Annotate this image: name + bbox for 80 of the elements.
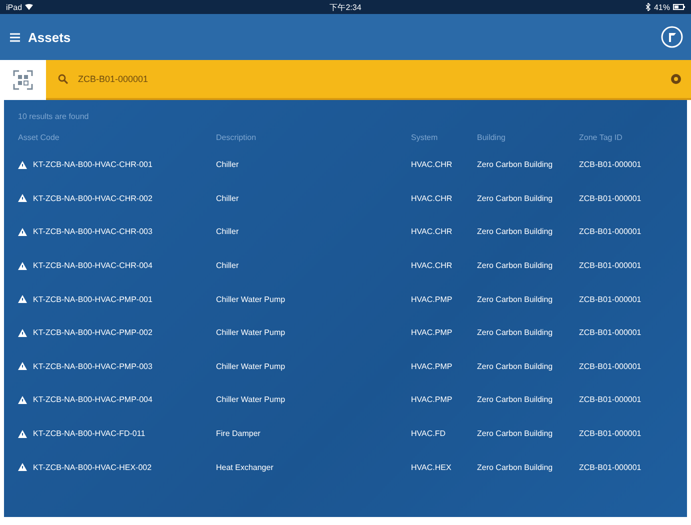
table-cell-text: ZCB-B01-000001 xyxy=(579,226,642,238)
clock: 下午2:34 xyxy=(330,2,362,12)
search-icon xyxy=(58,74,68,84)
warning-icon xyxy=(18,194,27,202)
table-cell-text: Chiller Water Pump xyxy=(216,360,286,373)
column-header: System xyxy=(411,132,439,144)
asset-code[interactable]: KT-ZCB-NA-B00-HVAC-PMP-001 xyxy=(33,294,152,304)
warning-icon xyxy=(18,463,27,472)
table-cell-text: HVAC.CHR xyxy=(411,226,454,238)
table-cell-text: HVAC.CHR xyxy=(411,192,454,205)
table-cell-text: ZCB-B01-000001 xyxy=(579,260,642,272)
table-cell-text: Chiller Water Pump xyxy=(216,394,286,406)
table-cell-text: Chiller xyxy=(216,192,240,205)
table-cell-text: ZCB-B01-000001 xyxy=(579,192,642,205)
column-header: Description xyxy=(216,132,258,144)
warning-icon xyxy=(18,262,27,270)
table-cell-text: HVAC.CHR xyxy=(411,260,454,272)
asset-code[interactable]: KT-ZCB-NA-B00-HVAC-CHR-003 xyxy=(33,227,152,236)
table-cell-text: Zero Carbon Building xyxy=(477,462,554,474)
asset-code[interactable]: KT-ZCB-NA-B00-HVAC-HEX-002 xyxy=(33,462,152,472)
table-cell-text: HVAC.PMP xyxy=(411,327,454,340)
table-cell-text: HVAC.FD xyxy=(411,428,447,440)
results-summary: 10 results are found xyxy=(18,112,90,123)
warning-icon xyxy=(18,362,27,370)
warning-icon xyxy=(18,160,27,169)
warning-icon xyxy=(18,228,27,236)
table-cell-text: HVAC.PMP xyxy=(411,394,454,406)
table-cell-text: Zero Carbon Building xyxy=(477,327,554,340)
table-cell-text: Chiller Water Pump xyxy=(216,294,286,306)
asset-code[interactable]: KT-ZCB-NA-B00-HVAC-CHR-004 xyxy=(33,261,152,270)
table-cell-text: Chiller Water Pump xyxy=(216,327,286,340)
table-cell-text: HVAC.PMP xyxy=(411,360,454,373)
warning-icon xyxy=(18,328,27,337)
table-cell-text: Zero Carbon Building xyxy=(477,360,554,373)
table-cell-text: Chiller xyxy=(216,260,240,272)
table-cell-text: Zero Carbon Building xyxy=(477,394,554,406)
table-cell-text: HVAC.PMP xyxy=(411,294,454,306)
table-cell-text: ZCB-B01-000001 xyxy=(579,394,642,406)
table-cell-text: Zero Carbon Building xyxy=(477,159,554,172)
asset-code[interactable]: KT-ZCB-NA-B00-HVAC-PMP-004 xyxy=(33,395,152,404)
flag-icon[interactable] xyxy=(661,26,683,48)
table-cell-text: Heat Exchanger xyxy=(216,462,274,474)
warning-icon xyxy=(18,396,27,404)
table-cell-text: ZCB-B01-000001 xyxy=(579,428,642,440)
carrier-label: iPad xyxy=(6,2,22,12)
column-header: Building xyxy=(477,132,506,144)
asset-code[interactable]: KT-ZCB-NA-B00-HVAC-CHR-001 xyxy=(33,160,152,170)
bluetooth-icon xyxy=(646,3,651,11)
table-cell-text: ZCB-B01-000001 xyxy=(579,360,642,373)
warning-icon xyxy=(18,295,27,304)
table-cell-text: ZCB-B01-000001 xyxy=(579,327,642,340)
search-field[interactable]: ZCB-B01-000001 xyxy=(76,73,663,85)
table-cell-text: Zero Carbon Building xyxy=(477,192,554,205)
table-cell-text: HVAC.HEX xyxy=(411,462,452,474)
qr-code-icon[interactable] xyxy=(13,70,33,90)
table-cell-text: Zero Carbon Building xyxy=(477,226,554,238)
table-cell-text: HVAC.CHR xyxy=(411,159,454,172)
wifi-icon xyxy=(25,4,34,10)
warning-icon xyxy=(18,430,27,438)
table-cell-text: Zero Carbon Building xyxy=(477,428,554,440)
clear-icon[interactable] xyxy=(671,74,681,84)
search-bar[interactable]: ZCB-B01-000001 xyxy=(46,60,691,100)
table-cell-text: ZCB-B01-000001 xyxy=(579,294,642,306)
asset-code[interactable]: KT-ZCB-NA-B00-HVAC-PMP-002 xyxy=(33,328,152,338)
menu-icon[interactable] xyxy=(10,32,20,42)
table-cell-text: Fire Damper xyxy=(216,428,262,440)
asset-code[interactable]: KT-ZCB-NA-B00-HVAC-FD-011 xyxy=(33,429,146,438)
column-header: Zone Tag ID xyxy=(579,132,624,144)
table-cell-text: Chiller xyxy=(216,159,240,172)
page-title: Assets xyxy=(28,30,72,44)
table-cell-text: Zero Carbon Building xyxy=(477,260,554,272)
asset-code[interactable]: KT-ZCB-NA-B00-HVAC-CHR-002 xyxy=(33,194,152,203)
battery-percent: 41% xyxy=(654,2,670,12)
table-cell-text: ZCB-B01-000001 xyxy=(579,159,642,172)
table-cell-text: Zero Carbon Building xyxy=(477,294,554,306)
table-cell-text: ZCB-B01-000001 xyxy=(579,462,642,474)
table-cell-text: Chiller xyxy=(216,226,240,238)
asset-code[interactable]: KT-ZCB-NA-B00-HVAC-PMP-003 xyxy=(33,362,152,371)
column-header: Asset Code xyxy=(18,132,60,144)
battery-icon xyxy=(672,4,685,10)
